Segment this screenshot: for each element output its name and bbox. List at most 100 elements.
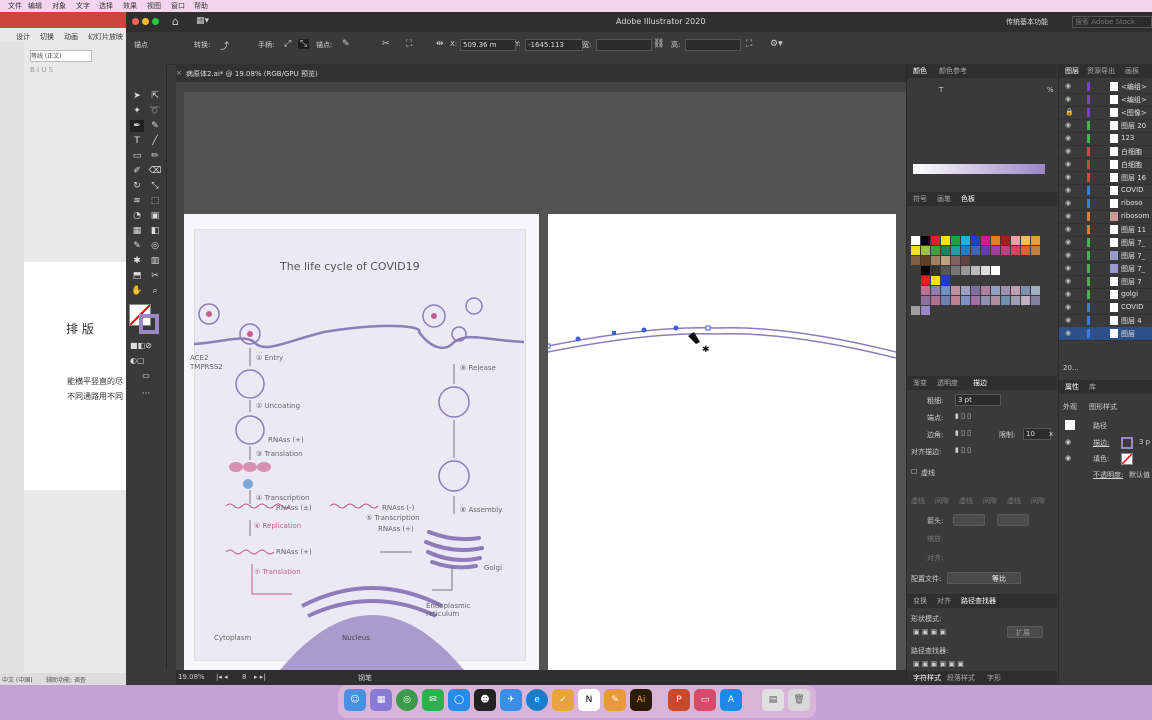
tint-ramp[interactable]: [913, 164, 1045, 174]
tab-transparency[interactable]: 透明度: [937, 378, 958, 388]
blend-tool-icon[interactable]: ◎: [148, 240, 162, 252]
document-tab[interactable]: × 病原体2.ai* @ 19.08% (RGB/GPU 预览): [176, 64, 906, 82]
layer-row[interactable]: ◉ 图层 11: [1059, 223, 1152, 237]
visibility-eye-icon[interactable]: ◉: [1065, 316, 1071, 324]
ppt-tab-animation[interactable]: 动画: [64, 32, 78, 42]
visibility-eye-icon[interactable]: ◉: [1065, 303, 1071, 311]
visibility-eye-icon[interactable]: ◉: [1065, 82, 1071, 90]
scale-tool-icon[interactable]: ⤡: [148, 180, 162, 192]
layer-row[interactable]: ◉ <编组>: [1059, 80, 1152, 94]
tab-align[interactable]: 对齐: [937, 596, 951, 606]
visibility-eye-icon[interactable]: ◉: [1065, 121, 1071, 129]
ppt-accessibility[interactable]: 辅助功能: 调查: [46, 675, 86, 684]
tab-pathfinder[interactable]: 路径查找器: [961, 596, 996, 606]
menu-view[interactable]: 视图: [147, 1, 161, 11]
transform-icon[interactable]: ⛶: [746, 39, 752, 49]
tab-properties[interactable]: 属性: [1065, 382, 1079, 392]
line-tool-icon[interactable]: ╱: [148, 135, 162, 147]
artboard-nav-first-icon[interactable]: |◂ ◂: [216, 673, 228, 681]
column-graph-tool-icon[interactable]: ▥: [148, 255, 162, 267]
x-coordinate-field[interactable]: [460, 39, 516, 51]
dock-launchpad-icon[interactable]: ▦: [370, 689, 392, 711]
dock-keynote-icon[interactable]: ▭: [694, 689, 716, 711]
tab-char-styles[interactable]: 字符样式: [913, 673, 941, 683]
hide-handles-icon[interactable]: ⤡: [298, 39, 310, 49]
link-dimensions-icon[interactable]: ⛓: [653, 39, 664, 49]
dock-preview-icon[interactable]: ▤: [762, 689, 784, 711]
lock-icon[interactable]: 🔒: [1065, 108, 1074, 116]
arrow-end-select[interactable]: [997, 514, 1029, 526]
visibility-eye-icon[interactable]: ◉: [1065, 225, 1071, 233]
workspace-switcher[interactable]: 传统基本功能: [1006, 17, 1048, 27]
visibility-eye-icon[interactable]: ◉: [1065, 238, 1071, 246]
y-coordinate-field[interactable]: [525, 39, 583, 51]
stroke-appearance-value[interactable]: 3 p: [1139, 438, 1150, 446]
miter-limit-field[interactable]: [1023, 428, 1051, 440]
canvas-area[interactable]: The life cycle of COVID19 ACE2 TMPRSS2 ①…: [184, 92, 906, 670]
opacity-value[interactable]: 默认值: [1129, 470, 1150, 480]
opacity-label[interactable]: 不透明度:: [1093, 470, 1123, 480]
visibility-eye-icon[interactable]: ◉: [1065, 251, 1071, 259]
layer-row[interactable]: ◉ COVID: [1059, 184, 1152, 198]
expand-button[interactable]: 扩展: [1007, 626, 1043, 638]
layer-row[interactable]: ◉ 图层 7_: [1059, 236, 1152, 250]
dock-qqbrowser-icon[interactable]: ◯: [448, 689, 470, 711]
layer-row[interactable]: ◉ <编组>: [1059, 93, 1152, 107]
more-options-icon[interactable]: ⚙▾: [770, 39, 783, 49]
layer-row[interactable]: ◉ 图层: [1059, 327, 1152, 341]
shaper-tool-icon[interactable]: ✐: [130, 165, 144, 177]
pen-tool-icon[interactable]: ✒: [130, 120, 144, 132]
dock-notion-icon[interactable]: N: [578, 689, 600, 711]
free-transform-tool-icon[interactable]: ⬚: [148, 195, 162, 207]
menu-type[interactable]: 文字: [76, 1, 90, 11]
paintbrush-tool-icon[interactable]: ✏: [148, 150, 162, 162]
tab-gradient[interactable]: 渐变: [913, 378, 927, 388]
dock-powerpoint-icon[interactable]: P: [668, 689, 690, 711]
cut-path-icon[interactable]: ✂: [382, 39, 390, 49]
menu-file[interactable]: 文件: [8, 1, 22, 11]
tab-artboards[interactable]: 画板: [1125, 66, 1139, 76]
tab-color-guide[interactable]: 颜色参考: [939, 66, 967, 76]
tab-asset-export[interactable]: 资源导出: [1087, 66, 1115, 76]
minimize-window-icon[interactable]: [142, 18, 149, 25]
dock-qq-icon[interactable]: ☻: [474, 689, 496, 711]
artboard-blank[interactable]: ✱: [548, 214, 896, 670]
eraser-tool-icon[interactable]: ⌫: [148, 165, 162, 177]
dock-appstore-icon[interactable]: A: [720, 689, 742, 711]
align-anchor-icon[interactable]: ⇹: [436, 39, 444, 49]
visibility-eye-icon[interactable]: ◉: [1065, 186, 1071, 194]
tab-stroke[interactable]: 描边: [973, 378, 987, 388]
visibility-eye-icon[interactable]: ◉: [1065, 173, 1071, 181]
stroke-color-swatch[interactable]: [139, 314, 159, 334]
tab-graphic-styles[interactable]: 图形样式: [1089, 402, 1117, 412]
color-mode-icons[interactable]: ■◧⊘: [130, 340, 152, 352]
width-field[interactable]: [596, 39, 652, 51]
slice-tool-icon[interactable]: ✂: [148, 270, 162, 282]
layer-row[interactable]: 🔒 <图像>: [1059, 106, 1152, 120]
dock-edge-icon[interactable]: e: [526, 689, 548, 711]
visibility-eye-icon[interactable]: ◉: [1065, 199, 1071, 207]
layer-row[interactable]: ◉ 图层 7: [1059, 275, 1152, 289]
live-paint-tool-icon[interactable]: ▣: [148, 210, 162, 222]
zoom-tool-icon[interactable]: ⌕: [148, 285, 162, 297]
layer-row[interactable]: ◉ golgi: [1059, 288, 1152, 302]
ppt-slide[interactable]: 排 版 能横平竖直的尽 不同通路用不同: [24, 262, 126, 490]
visibility-eye-icon[interactable]: ◉: [1065, 160, 1071, 168]
layer-row[interactable]: ◉ COVID: [1059, 301, 1152, 315]
ppt-format-buttons[interactable]: B I U S: [30, 66, 53, 74]
swatch-grid[interactable]: [911, 236, 1043, 336]
dock-illustrator-icon[interactable]: Ai: [630, 689, 652, 711]
symbol-sprayer-tool-icon[interactable]: ✱: [130, 255, 144, 267]
layer-row[interactable]: ◉ 图层 4: [1059, 314, 1152, 328]
ppt-font-select[interactable]: 等线 (正文): [30, 50, 92, 62]
rotate-tool-icon[interactable]: ↻: [130, 180, 144, 192]
ppt-tab-design[interactable]: 设计: [16, 32, 30, 42]
close-tab-icon[interactable]: ×: [176, 69, 182, 77]
more-tools-icon[interactable]: ···: [139, 388, 153, 400]
height-field[interactable]: [685, 39, 741, 51]
cap-style-icons[interactable]: ▮ ▯ ▯: [955, 412, 971, 420]
convert-corner-icon[interactable]: ⤴: [220, 39, 229, 52]
artboard-number[interactable]: 8: [242, 673, 246, 681]
menu-help[interactable]: 帮助: [194, 1, 208, 11]
fill-appearance-label[interactable]: 填色:: [1093, 454, 1109, 464]
